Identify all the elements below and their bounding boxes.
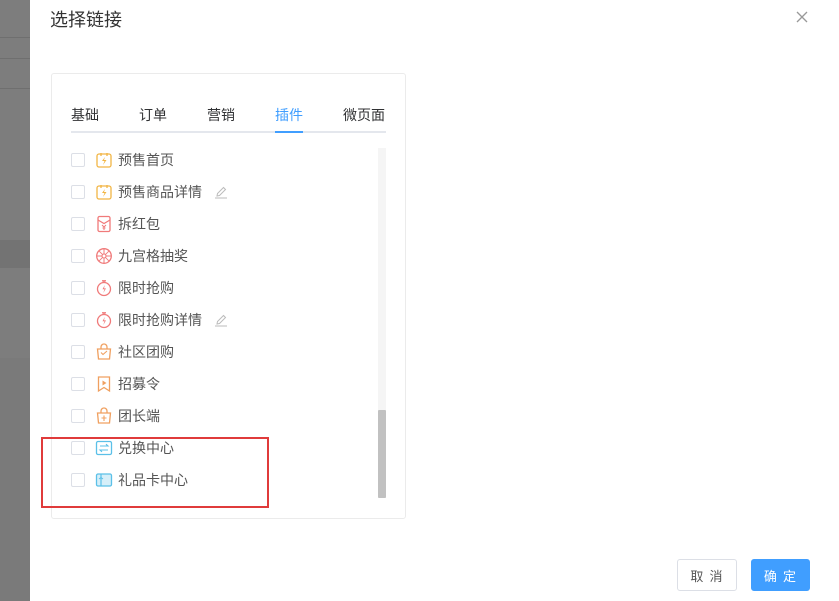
list-item: 拆红包 xyxy=(71,214,371,234)
tab-plugins[interactable]: 插件 xyxy=(275,105,303,125)
item-label[interactable]: 预售首页 xyxy=(118,150,174,170)
item-label[interactable]: 礼品卡中心 xyxy=(118,470,188,490)
gift-card-icon xyxy=(95,473,113,487)
list-item: 社区团购 xyxy=(71,342,371,362)
red-envelope-icon xyxy=(97,215,111,233)
link-panel: 基础 订单 营销 插件 微页面 预售首页 预售商品详情 拆红包 九宫格抽奖 限时… xyxy=(51,73,406,519)
edit-icon[interactable] xyxy=(214,313,228,327)
item-label[interactable]: 兑换中心 xyxy=(118,438,174,458)
leader-bag-icon xyxy=(96,407,112,424)
item-checkbox[interactable] xyxy=(71,473,85,487)
recruit-flag-icon xyxy=(97,376,111,393)
edit-icon[interactable] xyxy=(214,185,228,199)
dialog-title: 选择链接 xyxy=(50,10,122,31)
item-checkbox[interactable] xyxy=(71,345,85,359)
item-checkbox[interactable] xyxy=(71,281,85,295)
list-item: 预售首页 xyxy=(71,150,371,170)
presale-icon xyxy=(96,185,112,200)
item-checkbox[interactable] xyxy=(71,313,85,327)
tab-bar: 基础 订单 营销 插件 微页面 xyxy=(71,100,386,133)
list-item: 限时抢购 xyxy=(71,278,371,298)
list-item: 礼品卡中心 xyxy=(71,470,371,490)
backdrop-divider xyxy=(0,37,30,38)
list-item: 团长端 xyxy=(71,406,371,426)
item-label[interactable]: 限时抢购详情 xyxy=(118,310,202,330)
tab-basic[interactable]: 基础 xyxy=(71,105,99,125)
tab-marketing[interactable]: 营销 xyxy=(207,105,235,125)
lottery-wheel-icon xyxy=(96,248,112,264)
tab-order[interactable]: 订单 xyxy=(139,105,167,125)
select-link-dialog: 选择链接 基础 订单 营销 插件 微页面 预售首页 预售商品详情 拆红包 九宫格… xyxy=(30,0,839,601)
item-label[interactable]: 社区团购 xyxy=(118,342,174,362)
item-label[interactable]: 预售商品详情 xyxy=(118,182,202,202)
item-label[interactable]: 拆红包 xyxy=(118,214,160,234)
confirm-button[interactable]: 确 定 xyxy=(751,559,810,591)
shopping-bag-icon xyxy=(96,343,112,360)
item-label[interactable]: 九宫格抽奖 xyxy=(118,246,188,266)
item-checkbox[interactable] xyxy=(71,185,85,199)
backdrop-band xyxy=(0,240,30,268)
item-checkbox[interactable] xyxy=(71,153,85,167)
item-label[interactable]: 招募令 xyxy=(118,374,160,394)
backdrop xyxy=(0,0,30,601)
exchange-icon xyxy=(95,440,113,456)
cancel-button[interactable]: 取 消 xyxy=(677,559,737,591)
item-checkbox[interactable] xyxy=(71,441,85,455)
list-item: 九宫格抽奖 xyxy=(71,246,371,266)
backdrop-divider xyxy=(0,58,30,59)
presale-icon xyxy=(96,153,112,168)
list-scrollbar-thumb[interactable] xyxy=(378,410,386,498)
item-checkbox[interactable] xyxy=(71,409,85,423)
item-label[interactable]: 限时抢购 xyxy=(118,278,174,298)
list-item: 限时抢购详情 xyxy=(71,310,371,330)
list-item: 预售商品详情 xyxy=(71,182,371,202)
active-tab-indicator xyxy=(275,131,303,133)
backdrop-page xyxy=(0,0,30,358)
list-item: 兑换中心 xyxy=(71,438,371,458)
list-item: 招募令 xyxy=(71,374,371,394)
stopwatch-icon xyxy=(96,312,112,329)
item-checkbox[interactable] xyxy=(71,377,85,391)
close-icon[interactable] xyxy=(794,9,810,25)
item-label[interactable]: 团长端 xyxy=(118,406,160,426)
backdrop-divider xyxy=(0,88,30,89)
stopwatch-icon xyxy=(96,280,112,297)
tab-micro-page[interactable]: 微页面 xyxy=(343,105,385,125)
item-checkbox[interactable] xyxy=(71,217,85,231)
item-checkbox[interactable] xyxy=(71,249,85,263)
